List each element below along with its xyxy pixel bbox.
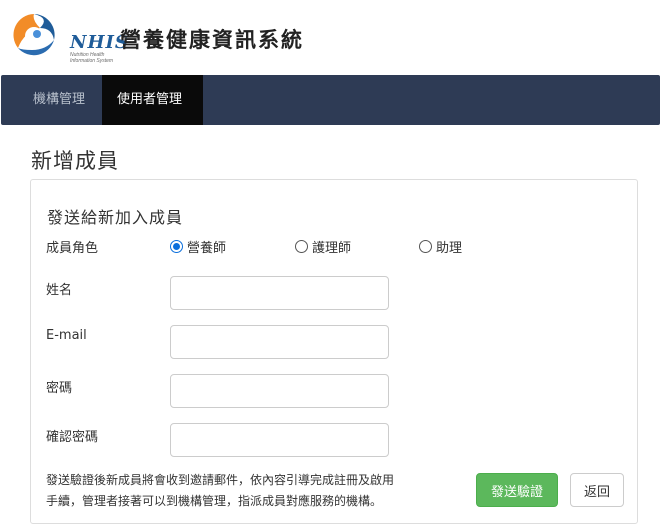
password-input[interactable] [170,374,389,408]
nhis-logo-icon [13,14,55,56]
header: NHIS Nutrition Health Information System… [0,0,661,75]
instruction-note-line: 發送驗證後新成員將會收到邀請郵件，依內容引導完成註冊及啟用 [46,473,395,487]
app-title: 營養健康資訊系統 [120,28,304,52]
tab-organization-management[interactable]: 機構管理 [18,75,100,125]
new-member-form-panel: 發送給新加入成員 成員角色 營養師 護理師 助理 姓名 E-mail 密碼 確認… [30,179,638,524]
name-label: 姓名 [46,283,73,298]
radio-nurse[interactable] [295,239,308,253]
radio-dietitian[interactable] [170,239,183,253]
confirm-password-label: 確認密碼 [46,430,99,445]
back-button[interactable]: 返回 [570,473,624,507]
tab-user-management[interactable]: 使用者管理 [102,75,203,125]
name-input[interactable] [170,276,389,310]
email-label: E-mail [46,328,87,343]
email-input[interactable] [170,325,389,359]
role-option-assistant[interactable]: 助理 [419,236,462,256]
instruction-note-line: 手續，管理者接著可以到機構管理，指派成員對應服務的機構。 [46,494,383,508]
section-title: 發送給新加入成員 [47,208,184,227]
confirm-password-input[interactable] [170,423,389,457]
page-title: 新增成員 [31,149,119,173]
send-verification-button[interactable]: 發送驗證 [476,473,558,507]
nhis-logo[interactable]: NHIS Nutrition Health Information System [10,10,128,64]
role-option-dietitian[interactable]: 營養師 [170,236,226,256]
role-option-label: 營養師 [187,240,227,256]
role-option-label: 護理師 [312,240,352,256]
role-label: 成員角色 [46,241,99,256]
top-navbar: 機構管理 使用者管理 [1,75,660,125]
instruction-note: 發送驗證後新成員將會收到邀請郵件，依內容引導完成註冊及啟用 手續，管理者接著可以… [46,470,461,512]
role-option-nurse[interactable]: 護理師 [295,236,351,256]
role-option-label: 助理 [436,240,463,256]
password-label: 密碼 [46,381,73,396]
radio-assistant[interactable] [419,239,432,253]
